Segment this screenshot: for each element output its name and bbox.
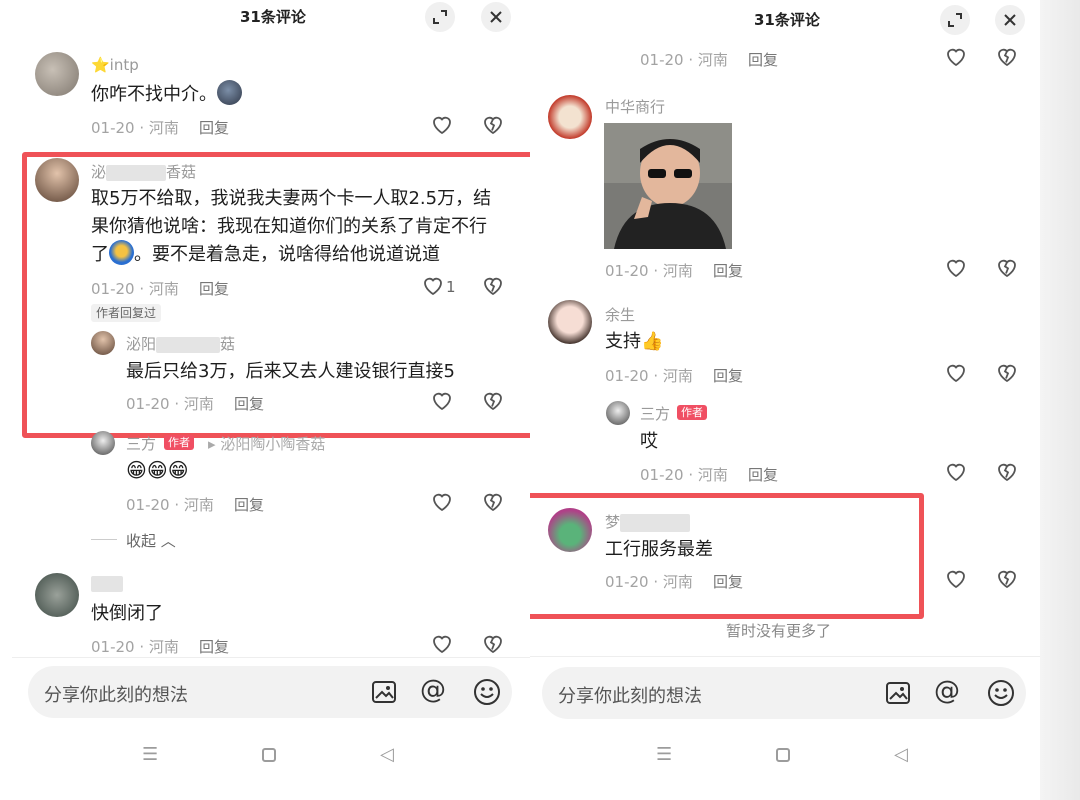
comment-meta: 01-20 · 河南 bbox=[91, 638, 179, 656]
heart-icon[interactable] bbox=[944, 361, 968, 385]
comment-count-title: 31条评论 bbox=[754, 11, 820, 29]
broken-heart-icon[interactable] bbox=[995, 460, 1019, 484]
reply-to-name: 泌阳陶小陶香菇 bbox=[220, 435, 326, 453]
avatar[interactable] bbox=[548, 300, 592, 344]
emoji-icon bbox=[217, 80, 242, 105]
menu-icon[interactable]: ☰ bbox=[142, 744, 158, 765]
emoji-text: 😁😁😁 bbox=[126, 458, 189, 482]
avatar[interactable] bbox=[91, 431, 115, 455]
author-badge: 作者 bbox=[164, 435, 194, 450]
broken-heart-icon[interactable] bbox=[995, 256, 1019, 280]
commenter-name[interactable]: 三方 bbox=[126, 433, 156, 454]
broken-heart-icon[interactable] bbox=[481, 632, 505, 656]
heart-icon[interactable] bbox=[944, 256, 968, 280]
collapse-divider bbox=[91, 539, 117, 540]
comment-meta: 01-20 · 河南 bbox=[126, 496, 214, 514]
highlight-box bbox=[22, 152, 530, 438]
reply-button[interactable]: 回复 bbox=[199, 117, 229, 138]
chevron-up-icon: ︿ bbox=[160, 532, 176, 550]
heart-icon[interactable] bbox=[430, 490, 454, 514]
commenter-name[interactable]: 余生 bbox=[605, 304, 635, 325]
menu-icon[interactable]: ☰ bbox=[656, 744, 672, 765]
comment-meta: 01-20 · 河南 bbox=[605, 262, 693, 280]
image-icon[interactable] bbox=[371, 680, 397, 704]
home-icon[interactable] bbox=[776, 748, 790, 762]
reply-button[interactable]: 回复 bbox=[234, 494, 264, 515]
close-button[interactable] bbox=[481, 2, 511, 32]
home-icon[interactable] bbox=[262, 748, 276, 762]
close-icon bbox=[1004, 14, 1016, 26]
expand-button[interactable] bbox=[425, 2, 455, 32]
comment-input-bar[interactable]: 分享你此刻的想法 @ bbox=[542, 667, 1026, 719]
comment-meta: 01-20 · 河南 bbox=[91, 119, 179, 137]
expand-icon bbox=[433, 10, 447, 24]
comment-meta: 01-20 · 河南 bbox=[640, 51, 728, 69]
commenter-name[interactable]: ⭐intp bbox=[91, 56, 139, 74]
comment-text: 你咋不找中介。 bbox=[91, 79, 242, 110]
reply-button[interactable]: 回复 bbox=[713, 365, 743, 386]
author-badge: 作者 bbox=[677, 405, 707, 420]
commenter-name[interactable] bbox=[91, 574, 123, 592]
comment-text: 支持👍 bbox=[605, 331, 664, 352]
broken-heart-icon[interactable] bbox=[481, 113, 505, 137]
divider bbox=[530, 656, 1040, 657]
commenter-name[interactable]: 中华商行 bbox=[605, 96, 665, 117]
broken-heart-icon[interactable] bbox=[995, 361, 1019, 385]
close-button[interactable] bbox=[995, 5, 1025, 35]
right-comment-panel: 31条评论 01-20 · 河南 回复 中华商行 01-20 · 河南 回复 余… bbox=[530, 0, 1050, 800]
smile-icon[interactable] bbox=[987, 679, 1015, 707]
comment-body: 你咋不找中介。 bbox=[91, 84, 217, 105]
close-icon bbox=[490, 11, 502, 23]
comment-input-bar[interactable]: 分享你此刻的想法 @ bbox=[28, 666, 512, 718]
reply-target[interactable]: ▸ 泌阳陶小陶香菇 bbox=[208, 433, 325, 454]
back-icon[interactable]: ◁ bbox=[894, 744, 908, 765]
heart-icon[interactable] bbox=[944, 460, 968, 484]
back-icon[interactable]: ◁ bbox=[380, 744, 394, 765]
smile-icon[interactable] bbox=[473, 678, 501, 706]
comment-text: 快倒闭了 bbox=[91, 603, 163, 624]
broken-heart-icon[interactable] bbox=[995, 45, 1019, 69]
at-icon[interactable]: @ bbox=[934, 676, 960, 706]
no-more-text: 暂时没有更多了 bbox=[726, 622, 832, 640]
avatar[interactable] bbox=[548, 95, 592, 139]
collapse-label: 收起 bbox=[126, 532, 157, 550]
expand-icon bbox=[948, 13, 962, 27]
comment-meta: 01-20 · 河南 bbox=[605, 367, 693, 385]
heart-icon[interactable] bbox=[430, 113, 454, 137]
avatar[interactable] bbox=[606, 401, 630, 425]
collapse-button[interactable]: 收起 ︿ bbox=[126, 530, 176, 551]
expand-button[interactable] bbox=[940, 5, 970, 35]
highlight-box bbox=[530, 493, 924, 619]
divider bbox=[12, 657, 530, 658]
broken-heart-icon[interactable] bbox=[481, 490, 505, 514]
left-comment-panel: 31条评论 ⭐intp 你咋不找中介。 01-20 · 河南 回复 泌香菇 取5… bbox=[0, 0, 530, 800]
heart-icon[interactable] bbox=[944, 567, 968, 591]
heart-icon[interactable] bbox=[944, 45, 968, 69]
avatar[interactable] bbox=[35, 52, 79, 96]
broken-heart-icon[interactable] bbox=[995, 567, 1019, 591]
comment-count-title: 31条评论 bbox=[240, 8, 306, 26]
avatar[interactable] bbox=[35, 573, 79, 617]
screen-edge bbox=[1040, 0, 1080, 800]
image-icon[interactable] bbox=[885, 681, 911, 705]
reply-button[interactable]: 回复 bbox=[748, 464, 778, 485]
heart-icon[interactable] bbox=[430, 632, 454, 656]
blurred-name bbox=[91, 575, 123, 592]
comment-input-placeholder: 分享你此刻的想法 bbox=[44, 685, 188, 706]
reply-button[interactable]: 回复 bbox=[713, 260, 743, 281]
comment-text: 哎 bbox=[640, 431, 658, 452]
reply-button[interactable]: 回复 bbox=[748, 49, 778, 70]
comment-photo[interactable] bbox=[604, 123, 732, 249]
comment-meta: 01-20 · 河南 bbox=[640, 466, 728, 484]
at-icon[interactable]: @ bbox=[420, 675, 446, 705]
comment-input-placeholder: 分享你此刻的想法 bbox=[558, 686, 702, 707]
reply-button[interactable]: 回复 bbox=[199, 636, 229, 657]
commenter-name[interactable]: 三方 bbox=[640, 403, 670, 424]
